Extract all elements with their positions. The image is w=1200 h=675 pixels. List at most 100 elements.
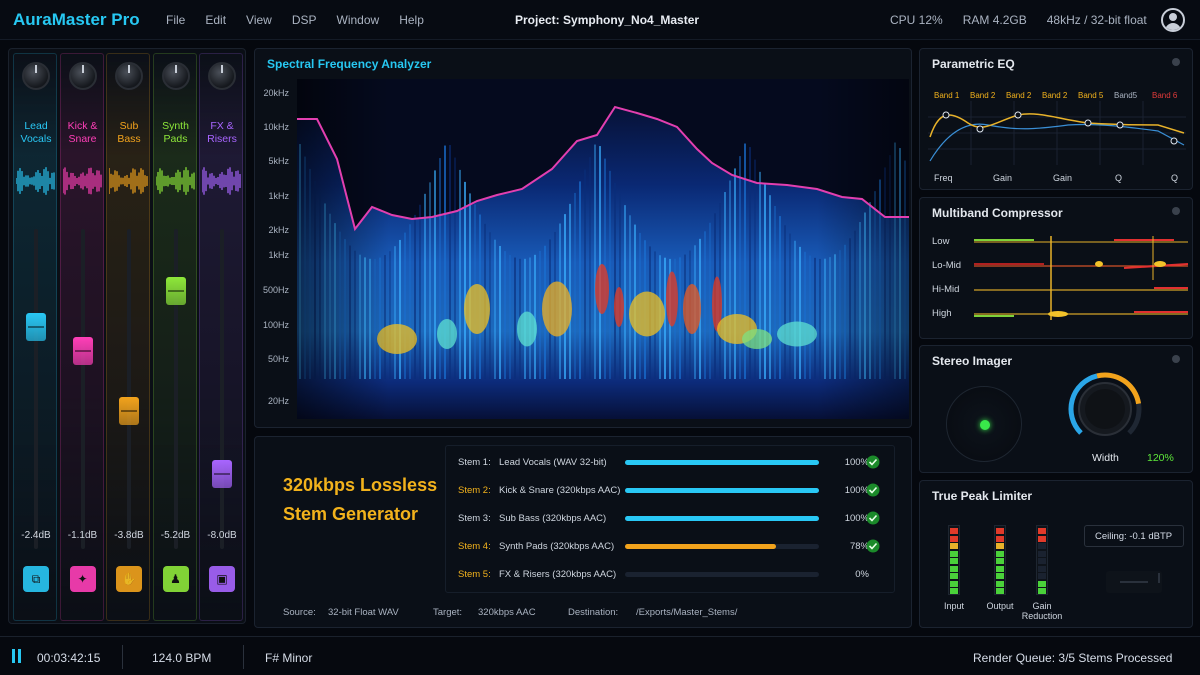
- eq-band-label[interactable]: Band 2: [970, 91, 995, 100]
- fader-track[interactable]: [80, 229, 85, 549]
- stem-generator-title-line2: Stem Generator: [283, 504, 419, 524]
- fader-track[interactable]: [127, 229, 131, 549]
- system-stats: CPU 12% RAM 4.2GB 48kHz / 32-bit float: [890, 13, 1167, 27]
- channel-strip: FX & Risers -8.0dB ▣: [199, 53, 243, 621]
- width-knob[interactable]: [1066, 370, 1144, 448]
- frequency-tick: 1kHz: [268, 250, 289, 260]
- user-avatar-icon[interactable]: [1161, 8, 1185, 32]
- panel-menu-icon[interactable]: [1172, 58, 1180, 66]
- menu-window[interactable]: Window: [337, 13, 380, 27]
- stem-progress-bar: [625, 460, 819, 465]
- limiter-slider[interactable]: [1106, 571, 1162, 593]
- ceiling-field[interactable]: Ceiling: -0.1 dBTP: [1084, 525, 1184, 547]
- fader-track[interactable]: [220, 229, 224, 549]
- stem-name: Sub Bass (320kbps AAC): [499, 513, 607, 524]
- frequency-tick: 10kHz: [263, 122, 289, 132]
- figure-icon[interactable]: ♟: [162, 566, 189, 592]
- volume-fader[interactable]: [26, 313, 46, 341]
- menu-view[interactable]: View: [246, 13, 272, 27]
- compressor-graph[interactable]: [974, 234, 1188, 328]
- thumbs-icon[interactable]: ✋: [116, 566, 142, 592]
- eq-band-label[interactable]: Band 1: [934, 91, 959, 100]
- eq-curve-graph[interactable]: [928, 101, 1186, 165]
- source-value: 32-bit Float WAV: [328, 607, 399, 618]
- stereo-imager-title: Stereo Imager: [932, 354, 1013, 368]
- channel-db-value: -5.2dB: [160, 530, 191, 541]
- destination-label: Destination:: [568, 607, 619, 618]
- channel-name: Sub Bass: [117, 120, 141, 145]
- pan-knob[interactable]: [68, 62, 97, 90]
- target-value: 320kbps AAC: [478, 607, 536, 618]
- eq-band-label[interactable]: Band5: [1114, 91, 1137, 100]
- eq-band-label[interactable]: Band 6: [1152, 91, 1177, 100]
- stereo-position-dot: [980, 420, 990, 430]
- ram-usage: RAM 4.2GB: [962, 13, 1027, 27]
- multiband-compressor-panel: Multiband Compressor Low Lo-Mid Hi-Mid High: [919, 197, 1193, 339]
- audio-format: 48kHz / 32-bit float: [1046, 13, 1147, 27]
- stem-number: Stem 4:: [458, 541, 491, 552]
- pan-knob[interactable]: [22, 62, 50, 90]
- spectrogram[interactable]: [297, 79, 909, 419]
- frequency-tick: 50Hz: [267, 354, 289, 364]
- width-value: 120%: [1147, 452, 1174, 464]
- project-name: Project: Symphony_No4_Master: [515, 13, 700, 27]
- box-icon[interactable]: ▣: [209, 566, 235, 592]
- menu-dsp[interactable]: DSP: [292, 13, 317, 27]
- status-bar: 00:03:42:15 124.0 BPM F# Minor Render Qu…: [0, 636, 1200, 675]
- eq-band-label[interactable]: Band 2: [1042, 91, 1067, 100]
- pan-knob[interactable]: [208, 62, 236, 90]
- compressor-band-label: High: [932, 308, 952, 319]
- destination-value[interactable]: /Exports/Master_Stems/: [636, 607, 737, 618]
- true-peak-limiter-title: True Peak Limiter: [932, 489, 1033, 503]
- channel-waveform: [109, 167, 148, 195]
- menu-help[interactable]: Help: [399, 13, 424, 27]
- app-title: AuraMaster Pro: [13, 10, 140, 29]
- volume-fader[interactable]: [119, 397, 139, 425]
- pan-knob[interactable]: [161, 62, 190, 90]
- pan-knob[interactable]: [115, 62, 143, 90]
- top-bar: AuraMaster Pro File Edit View DSP Window…: [0, 0, 1200, 40]
- channel-strip: Lead Vocals -2.4dB ⧉: [13, 53, 57, 621]
- level-meter: [1036, 525, 1048, 595]
- panel-menu-icon[interactable]: [1172, 355, 1180, 363]
- cpu-usage: CPU 12%: [890, 13, 943, 27]
- source-label: Source:: [283, 607, 316, 618]
- spectral-analyzer-panel: Spectral Frequency Analyzer 20kHz 10kHz 5k…: [254, 48, 912, 428]
- parametric-eq-title: Parametric EQ: [932, 57, 1015, 71]
- channel-strip: Sub Bass -3.8dB ✋: [106, 53, 150, 621]
- bpm-display[interactable]: 124.0 BPM: [152, 651, 211, 665]
- check-icon: [866, 539, 880, 553]
- channel-db-value: -2.4dB: [21, 530, 51, 541]
- menu-file[interactable]: File: [166, 13, 185, 27]
- multiband-compressor-title: Multiband Compressor: [932, 206, 1063, 220]
- check-icon: [866, 455, 880, 469]
- volume-fader[interactable]: [72, 337, 93, 365]
- channel-waveform: [202, 167, 241, 195]
- eq-parameter-label: Freq: [934, 173, 953, 183]
- stem-progress-bar: [625, 544, 819, 549]
- render-queue-status: Render Queue: 3/5 Stems Processed: [973, 651, 1173, 665]
- channel-db-value: -1.1dB: [67, 530, 98, 541]
- frequency-tick: 2kHz: [268, 225, 289, 235]
- menu-bar: File Edit View DSP Window Help: [166, 13, 444, 27]
- compressor-band-label: Lo-Mid: [932, 260, 962, 271]
- time-display: 00:03:42:15: [37, 651, 101, 665]
- key-display[interactable]: F# Minor: [265, 651, 312, 665]
- fader-track[interactable]: [34, 229, 38, 549]
- pause-icon[interactable]: [12, 649, 24, 663]
- eq-band-label[interactable]: Band 5: [1078, 91, 1103, 100]
- channel-name: Lead Vocals: [20, 120, 52, 145]
- frequency-tick: 5kHz: [268, 156, 289, 166]
- true-peak-limiter-panel: True Peak Limiter Input Output Gain Reduct…: [919, 480, 1193, 628]
- stem-number: Stem 1:: [458, 457, 491, 468]
- sparkle-icon[interactable]: ✦: [69, 566, 96, 592]
- link-icon[interactable]: ⧉: [23, 566, 49, 592]
- volume-fader[interactable]: [212, 460, 232, 488]
- parametric-eq-panel: Parametric EQ Band 1 Band 2 Band 2 Band 2 Ba…: [919, 48, 1193, 190]
- eq-band-label[interactable]: Band 2: [1006, 91, 1031, 100]
- panel-menu-icon[interactable]: [1172, 207, 1180, 215]
- menu-edit[interactable]: Edit: [205, 13, 226, 27]
- target-label: Target:: [433, 607, 463, 618]
- stem-number: Stem 5:: [458, 569, 491, 580]
- volume-fader[interactable]: [165, 277, 186, 305]
